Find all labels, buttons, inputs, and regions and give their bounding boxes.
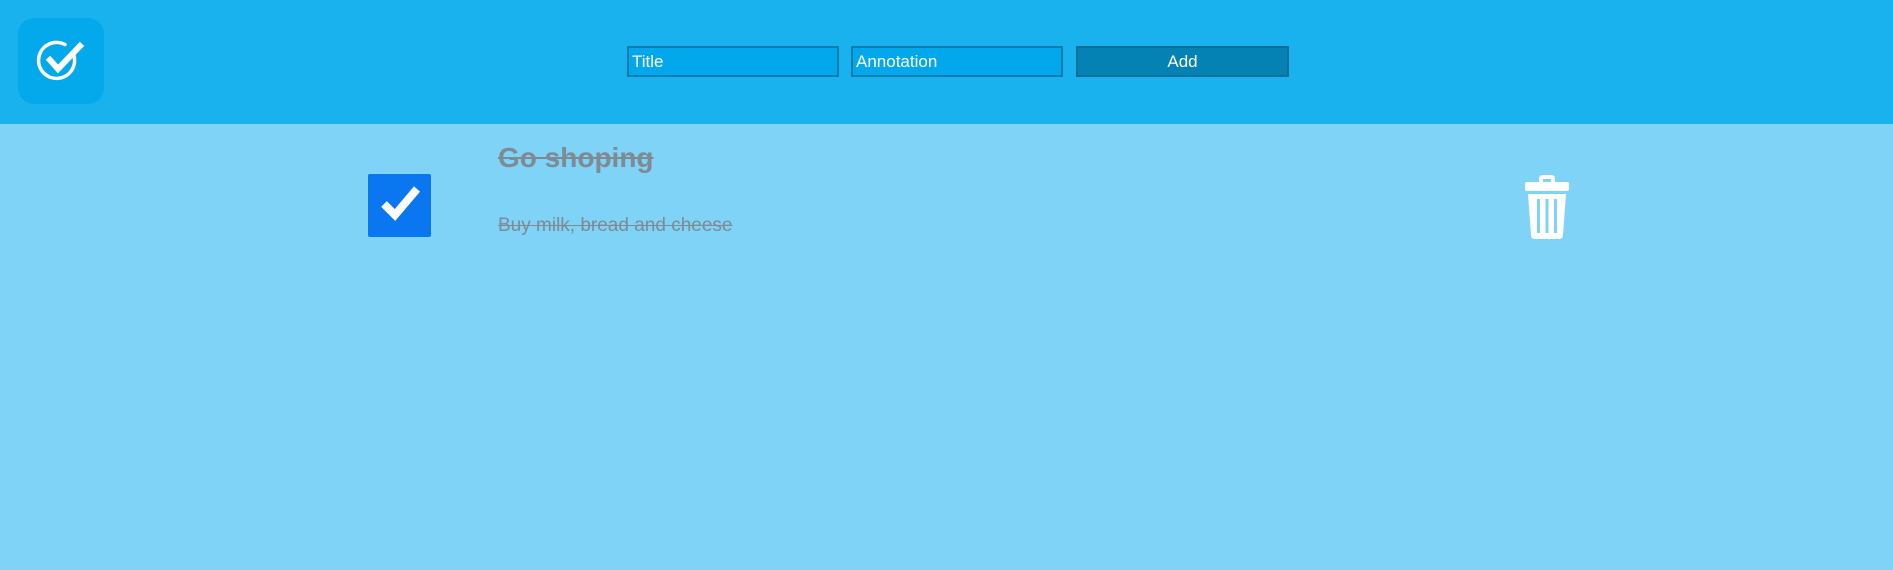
todo-title: Go shoping [498, 142, 654, 173]
checkmark-icon [378, 183, 422, 228]
add-button[interactable]: Add [1076, 46, 1289, 77]
todo-item: Go shoping Buy milk, bread and cheese [0, 124, 1893, 254]
trash-icon [1522, 175, 1572, 244]
title-input[interactable] [627, 46, 839, 77]
check-circle-icon [35, 35, 87, 87]
todo-complete-checkbox[interactable] [368, 174, 431, 237]
todo-annotation: Buy milk, bread and cheese [498, 215, 733, 236]
app-logo [18, 18, 104, 104]
delete-todo-button[interactable] [1522, 174, 1572, 240]
annotation-input[interactable] [851, 46, 1063, 77]
header-bar: Add [0, 0, 1893, 124]
